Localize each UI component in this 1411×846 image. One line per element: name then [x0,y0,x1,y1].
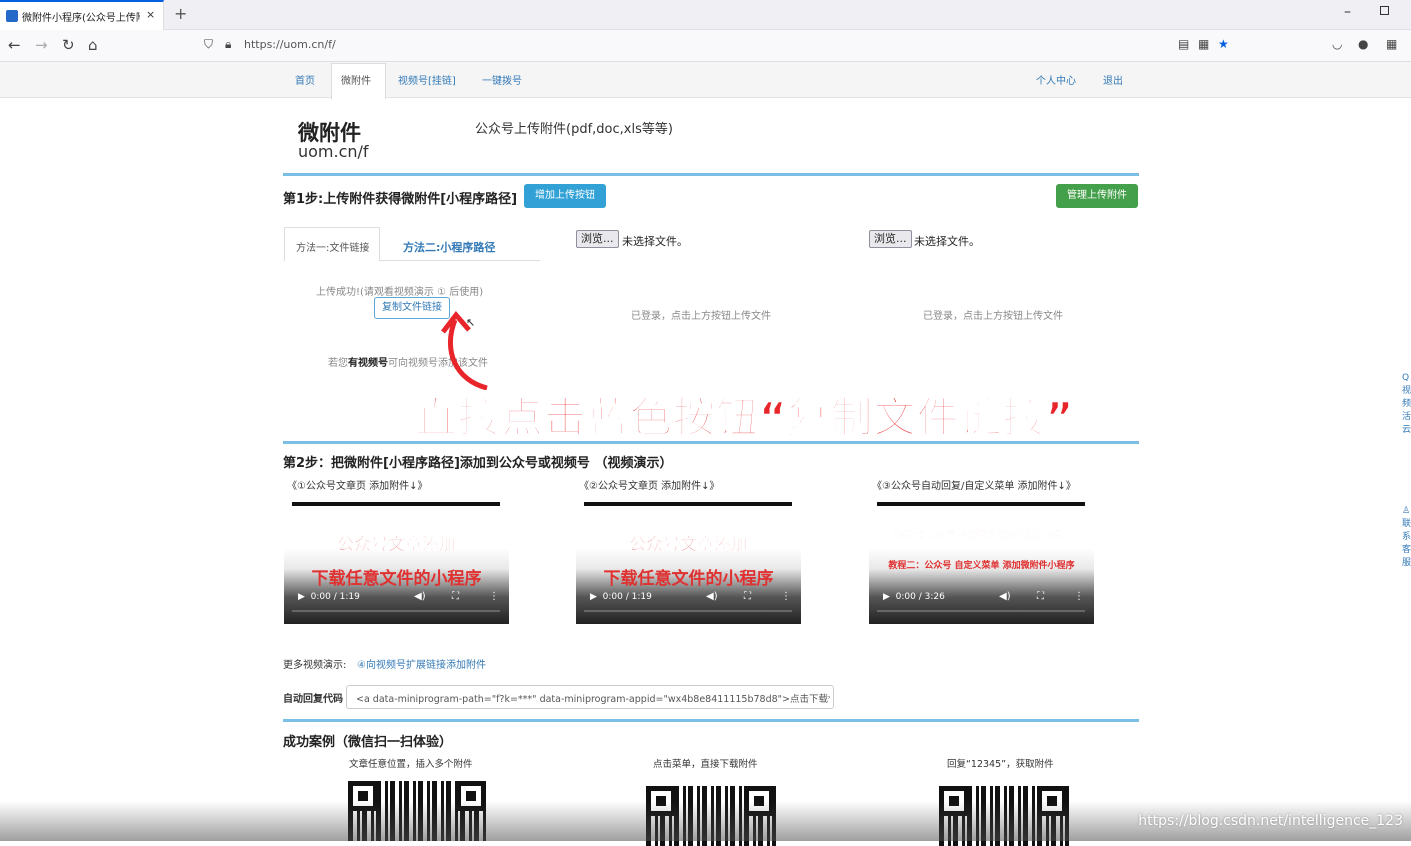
extensions-icon[interactable]: ▦ [1198,37,1209,51]
divider [283,719,1139,722]
address-bar[interactable] [198,34,1158,58]
more-videos-link[interactable]: ④向视频号扩展链接添加附件 [357,656,486,671]
video-caption-2: 教程二：公众号 自定义菜单 添加微附件小程序 [888,561,1075,571]
url-text[interactable]: https://uom.cn/f/ [244,38,336,51]
tab-mini-path-label: 方法二:小程序路径 [403,241,496,254]
auto-reply-code-value: <a data-miniprogram-path="f?k=***" data-… [356,694,830,705]
menu-icon[interactable]: ▦ [1386,37,1397,51]
nav-video[interactable]: 视频号[挂链] [398,72,456,87]
bookmark-star-icon[interactable]: ★ [1218,37,1229,51]
mouse-cursor-icon: ↖ [466,316,476,329]
video-caption-1: 公众号文章添加 [629,535,749,556]
back-icon[interactable]: ← [8,36,21,54]
tab-close-icon[interactable]: × [146,8,155,21]
video-label-2: 《②公众号文章页 添加附件↓》 [579,481,720,492]
upload-success-text: 上传成功!(请观看视频演示 ① 后使用) [316,287,484,298]
nav-weifujian[interactable]: 微附件 [341,72,371,87]
maximize-icon[interactable] [1380,6,1389,15]
tagline: 公众号上传附件(pdf,doc,xls等等) [475,122,673,137]
fullscreen-icon[interactable]: ⛶ [452,591,459,602]
watermark: https://blog.csdn.net/intelligence_123 [1138,813,1403,829]
home-icon[interactable]: ⌂ [88,36,98,54]
site-favicon-icon [6,10,18,22]
video-player-1[interactable]: 公众号文章添加 下载任意文件的小程序 ▶ 0:00 / 1:19 ◀) ⛶ ⋮ [284,502,509,624]
video-time: 0:00 / 1:19 [310,592,360,602]
new-tab-icon[interactable]: + [174,4,187,23]
volume-icon[interactable]: ◀) [414,591,426,602]
no-file-text-2: 未选择文件。 [914,235,980,248]
tab-strip: 微附件小程序(公众号上传附件 × + – [0,0,1411,30]
video-top-bar [292,502,500,506]
add-upload-button[interactable]: 增加上传按钮 [524,184,606,208]
divider [283,441,1139,444]
site-nav [0,62,1411,98]
manage-uploads-button[interactable]: 管理上传附件 [1056,184,1138,208]
video-player-2[interactable]: 公众号文章添加 下载任意文件的小程序 ▶ 0:00 / 1:19 ◀) ⛶ ⋮ [576,502,801,624]
video-play-icon[interactable]: ▶ 0:00 / 1:19 [590,592,652,602]
shield-icon: ⛉ [204,37,214,51]
step2-title: 第2步：把微附件[小程序路径]添加到公众号或视频号 （视频演示） [283,456,673,471]
case-label-2: 点击菜单，直接下载附件 [653,759,758,770]
case-label-3: 回复“12345”，获取附件 [947,759,1054,770]
hint-bold: 有视频号 [348,358,388,369]
video-progress[interactable] [877,610,1085,612]
reader-view-icon[interactable]: ▤ [1178,37,1189,51]
reload-icon[interactable]: ↻ [62,36,75,54]
side-widget-2[interactable]: ♙ 联系客服 [1402,505,1411,570]
volume-icon[interactable]: ◀) [999,591,1011,602]
tab-underline [380,260,540,261]
video-top-bar [584,502,792,506]
browse-button-2[interactable]: 浏览... [869,230,912,248]
auto-reply-code-label: 自动回复代码 [283,694,343,705]
forward-icon[interactable]: → [35,36,48,54]
lock-icon: 🔒︎ [225,37,232,51]
volume-icon[interactable]: ◀) [706,591,718,602]
video-top-bar [877,502,1085,506]
cases-title: 成功案例（微信扫一扫体验） [283,735,453,750]
video-play-icon[interactable]: ▶ 0:00 / 1:19 [298,592,360,602]
fullscreen-icon[interactable]: ⛶ [744,591,751,602]
divider [283,173,1139,176]
account-icon[interactable]: ● [1358,37,1368,51]
video-caption-1: 教程一：公众号 自动回复 添加微附件小程序 [892,531,1071,542]
overlay-caption: 直接点击蓝色按钮“复制文件链接” [414,392,1075,443]
tab-mini-path[interactable]: 方法二:小程序路径 [403,239,495,255]
video-time: 0:00 / 3:26 [895,592,945,602]
browser-tab[interactable]: 微附件小程序(公众号上传附件 × [0,0,164,30]
video-play-icon[interactable]: ▶ 0:00 / 3:26 [883,592,945,602]
more-icon[interactable]: ⋮ [781,591,791,602]
nav-dial[interactable]: 一键拨号 [482,72,522,87]
video-time: 0:00 / 1:19 [602,592,652,602]
video-progress[interactable] [292,610,500,612]
hint-pre: 若您 [328,358,348,369]
browse-button-1[interactable]: 浏览... [576,230,619,248]
video-caption-2: 下载任意文件的小程序 [603,569,774,589]
tab-file-link-label: 方法一:文件链接 [296,243,370,254]
more-icon[interactable]: ⋮ [1074,591,1084,602]
video-player-3[interactable]: 教程一：公众号 自动回复 添加微附件小程序 教程二：公众号 自定义菜单 添加微附… [869,502,1094,624]
video-progress[interactable] [584,610,792,612]
no-file-text-1: 未选择文件。 [622,235,688,248]
video-caption-1: 公众号文章添加 [337,535,457,556]
case-label-1: 文章任意位置，插入多个附件 [349,759,473,770]
red-arrow-icon [441,311,488,390]
tab-title: 微附件小程序(公众号上传附件 [22,13,140,24]
nav-profile[interactable]: 个人中心 [1036,72,1076,87]
minimize-icon[interactable]: – [1344,4,1351,20]
logged-in-text-1: 已登录，点击上方按钮上传文件 [631,311,771,322]
step1-title: 第1步:上传附件获得微附件[小程序路径] [283,192,518,207]
nav-home[interactable]: 首页 [295,72,315,87]
fullscreen-icon[interactable]: ⛶ [1037,591,1044,602]
logged-in-text-2: 已登录，点击上方按钮上传文件 [923,311,1063,322]
pocket-icon[interactable]: ◡ [1332,37,1342,51]
side-widget-1[interactable]: Q视频活云 [1402,372,1411,437]
video-caption-2: 下载任意文件的小程序 [311,569,482,589]
nav-logout[interactable]: 退出 [1103,72,1123,87]
video-label-1: 《①公众号文章页 添加附件↓》 [287,481,428,492]
logo-subtitle: uom.cn/f [298,142,369,161]
video-label-3: 《③公众号自动回复/自定义菜单 添加附件↓》 [872,481,1076,492]
more-videos-label: 更多视频演示: [283,660,347,671]
more-icon[interactable]: ⋮ [489,591,499,602]
